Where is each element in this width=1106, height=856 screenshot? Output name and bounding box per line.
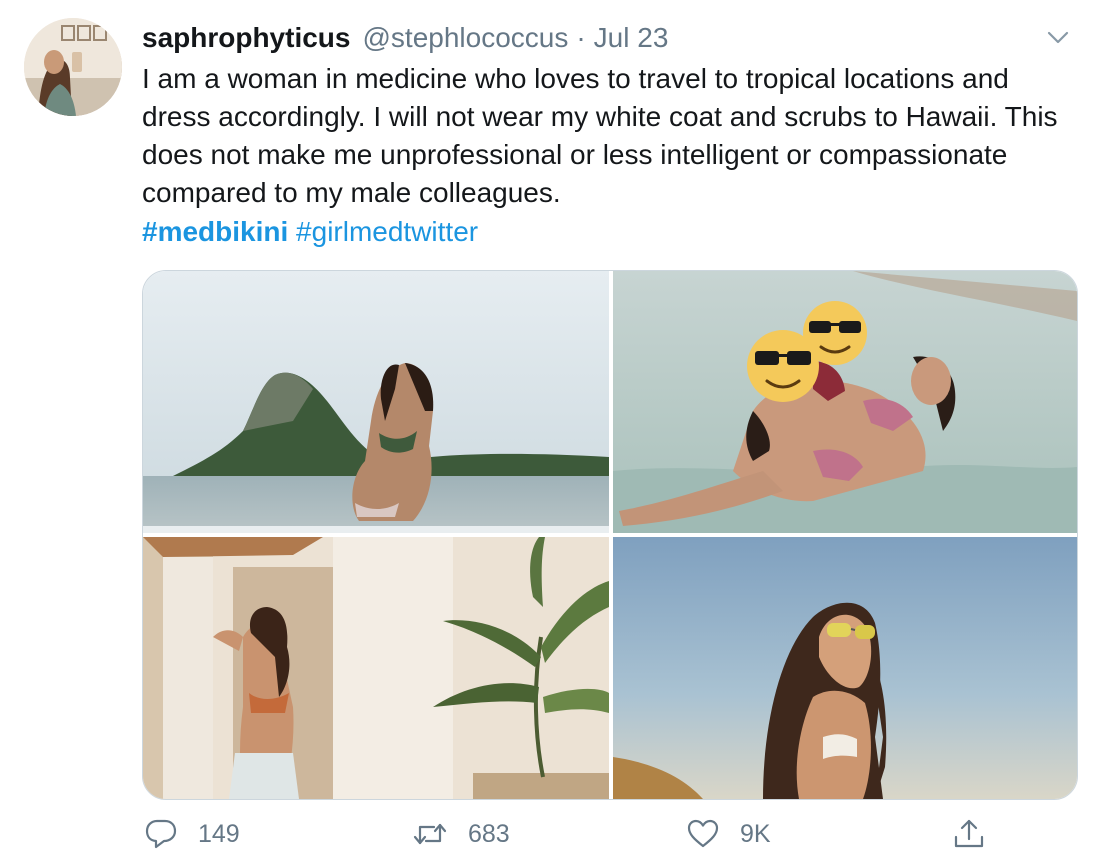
hashtag-link[interactable]: #girlmedtwitter <box>296 216 478 247</box>
avatar[interactable] <box>24 18 122 116</box>
heart-icon <box>687 819 719 848</box>
reply-count: 149 <box>198 819 240 848</box>
retweet-count: 683 <box>468 819 510 848</box>
tweet-actions: 149 683 9K <box>142 812 1076 856</box>
photo-cabana-plant[interactable] <box>143 537 609 799</box>
hashtag-link[interactable]: #medbikini <box>142 216 288 247</box>
tweet[interactable]: saphrophyticus @stephlococcus · Jul 23 I… <box>0 0 1106 856</box>
separator-dot: · <box>576 22 586 53</box>
photo-sunset-portrait[interactable] <box>613 537 1077 799</box>
retweet-button[interactable]: 683 <box>412 812 510 856</box>
display-name[interactable]: saphrophyticus <box>142 18 350 58</box>
reply-button[interactable]: 149 <box>144 812 240 856</box>
user-handle[interactable]: @stephlococcus <box>362 18 568 58</box>
photo-ocean-friends[interactable] <box>613 271 1077 533</box>
retweet-icon <box>413 823 447 845</box>
like-count: 9K <box>740 819 771 848</box>
tweet-text: I am a woman in medicine who loves to tr… <box>142 63 1058 208</box>
tweet-date[interactable]: Jul 23 <box>594 18 669 58</box>
speech-bubble-icon <box>145 819 177 849</box>
share-button[interactable] <box>952 812 1006 856</box>
hashtags: #medbikini #girlmedtwitter <box>142 212 478 252</box>
photo-grid <box>142 270 1078 800</box>
share-upload-icon <box>954 819 984 848</box>
like-button[interactable]: 9K <box>686 812 771 856</box>
photo-island-beach[interactable] <box>143 271 609 533</box>
tweet-header: saphrophyticus @stephlococcus · Jul 23 <box>142 18 668 58</box>
chevron-down-icon[interactable] <box>1044 24 1072 52</box>
